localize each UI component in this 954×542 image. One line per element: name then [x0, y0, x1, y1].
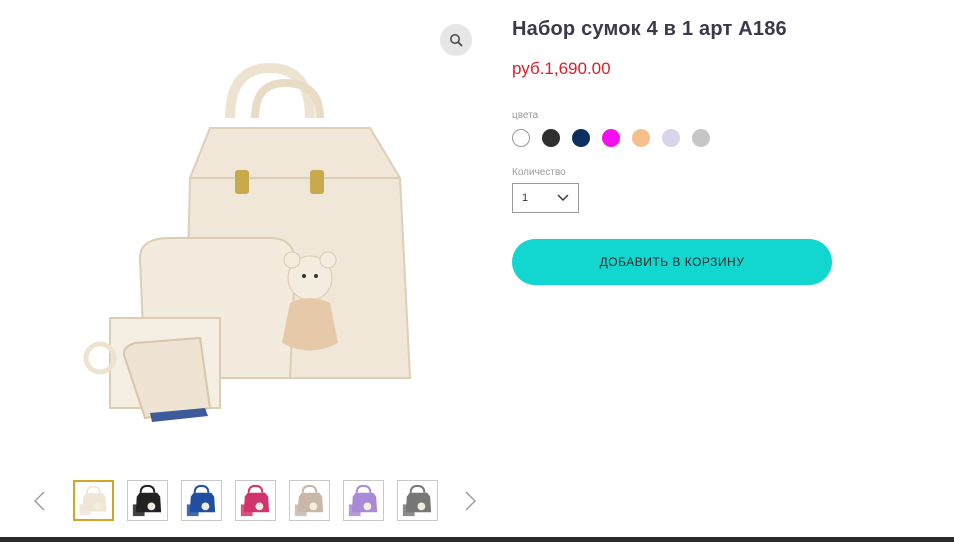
thumbnail-image: [186, 484, 216, 517]
gallery-thumbnail[interactable]: [127, 480, 168, 521]
colors-label: цвета: [512, 110, 539, 121]
thumbnail-image: [348, 484, 378, 517]
color-swatch-lavender[interactable]: [662, 129, 680, 147]
thumbnail-image: [294, 484, 324, 517]
thumbnail-image: [132, 484, 162, 517]
product-main-image[interactable]: [80, 58, 440, 438]
thumbnail-image: [79, 485, 107, 516]
thumbnail-image: [402, 484, 432, 517]
color-swatch-black[interactable]: [542, 129, 560, 147]
color-swatch-magenta[interactable]: [602, 129, 620, 147]
chevron-left-icon: [34, 491, 45, 511]
gallery-next-button[interactable]: [460, 490, 480, 512]
product-title: Набор сумок 4 в 1 арт А186: [512, 18, 787, 40]
thumbnail-gallery: [30, 480, 490, 522]
quantity-select[interactable]: 1: [512, 183, 579, 213]
gallery-thumbnail[interactable]: [343, 480, 384, 521]
zoom-button[interactable]: [440, 24, 472, 56]
product-main-image-area: [40, 18, 480, 458]
quantity-value: 1: [522, 192, 529, 204]
gallery-prev-button[interactable]: [30, 490, 50, 512]
gallery-thumbnail[interactable]: [235, 480, 276, 521]
chevron-down-icon: [557, 194, 569, 201]
color-swatch-peach[interactable]: [632, 129, 650, 147]
gallery-thumbnail[interactable]: [397, 480, 438, 521]
gallery-thumbnail[interactable]: [289, 480, 330, 521]
color-swatch-grey[interactable]: [692, 129, 710, 147]
gallery-thumbnail[interactable]: [73, 480, 114, 521]
thumbnail-image: [240, 484, 270, 517]
color-swatch-white[interactable]: [512, 129, 530, 147]
quantity-label: Количество: [512, 167, 566, 178]
product-price: руб.1,690.00: [512, 59, 611, 78]
color-swatch-navy[interactable]: [572, 129, 590, 147]
chevron-right-icon: [465, 491, 476, 511]
os-taskbar: [0, 537, 954, 542]
color-swatches: [512, 129, 710, 147]
add-to-cart-button[interactable]: ДОБАВИТЬ В КОРЗИНУ: [512, 239, 832, 285]
magnifier-icon: [450, 34, 463, 47]
gallery-thumbnail[interactable]: [181, 480, 222, 521]
